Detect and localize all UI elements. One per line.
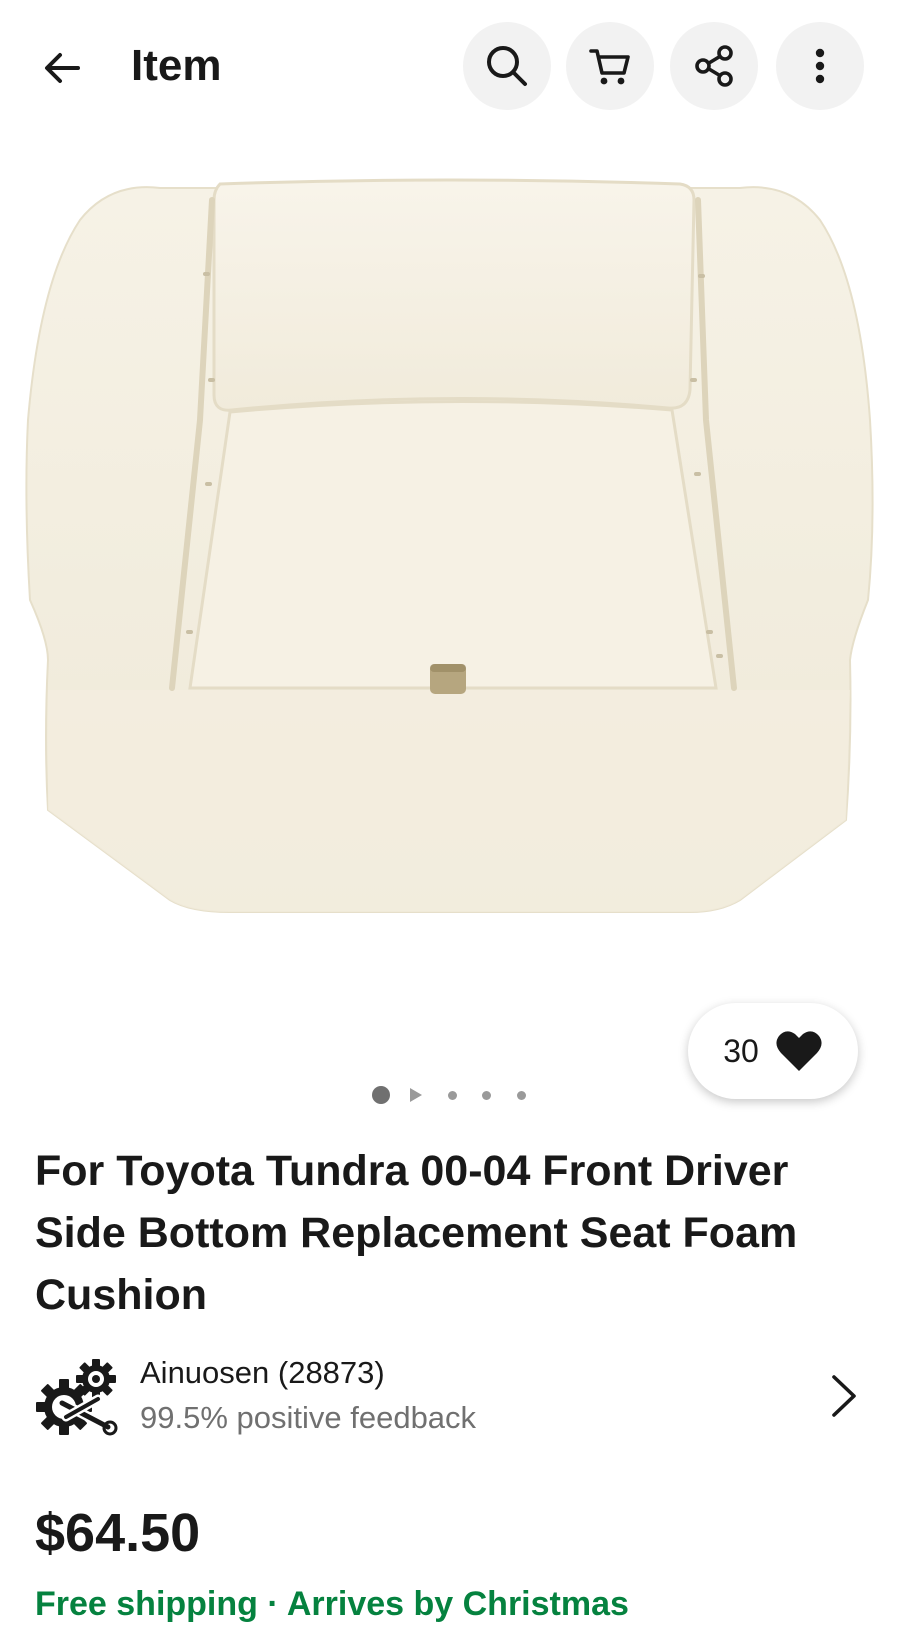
share-icon — [695, 45, 733, 87]
gear-wrench-logo-icon — [36, 1359, 118, 1436]
chevron-right-icon[interactable] — [822, 1371, 866, 1421]
page-title: Item — [131, 41, 222, 90]
video-play-icon[interactable] — [408, 1087, 424, 1103]
price: $64.50 — [35, 1503, 201, 1563]
seller-name[interactable]: Ainuosen (28873) — [140, 1353, 385, 1393]
carousel-indicator — [0, 1084, 902, 1106]
back-arrow-icon — [45, 53, 80, 83]
carousel-dot[interactable] — [482, 1091, 491, 1100]
cart-button[interactable] — [566, 22, 654, 110]
seat-foam-image — [25, 178, 874, 913]
product-title: For Toyota Tundra 00-04 Front Driver Sid… — [35, 1147, 798, 1319]
shipping-info: Free shipping · Arrives by Christmas — [35, 1585, 629, 1623]
product-image[interactable] — [0, 140, 902, 970]
search-icon — [487, 46, 527, 86]
cart-icon — [589, 49, 630, 85]
back-button[interactable] — [30, 36, 94, 100]
search-button[interactable] — [463, 22, 551, 110]
carousel-dot[interactable] — [448, 1091, 457, 1100]
carousel-dot[interactable] — [517, 1091, 526, 1100]
more-options-button[interactable] — [776, 22, 864, 110]
seller-row[interactable]: Ainuosen (28873) 99.5% positive feedback — [0, 1345, 902, 1445]
heart-icon — [776, 1031, 822, 1071]
carousel-dot-active[interactable] — [372, 1086, 390, 1104]
top-bar: Item — [0, 0, 902, 132]
seller-feedback: 99.5% positive feedback — [140, 1400, 477, 1435]
watch-count: 30 — [723, 1033, 759, 1069]
more-vertical-icon — [815, 48, 825, 84]
share-button[interactable] — [670, 22, 758, 110]
